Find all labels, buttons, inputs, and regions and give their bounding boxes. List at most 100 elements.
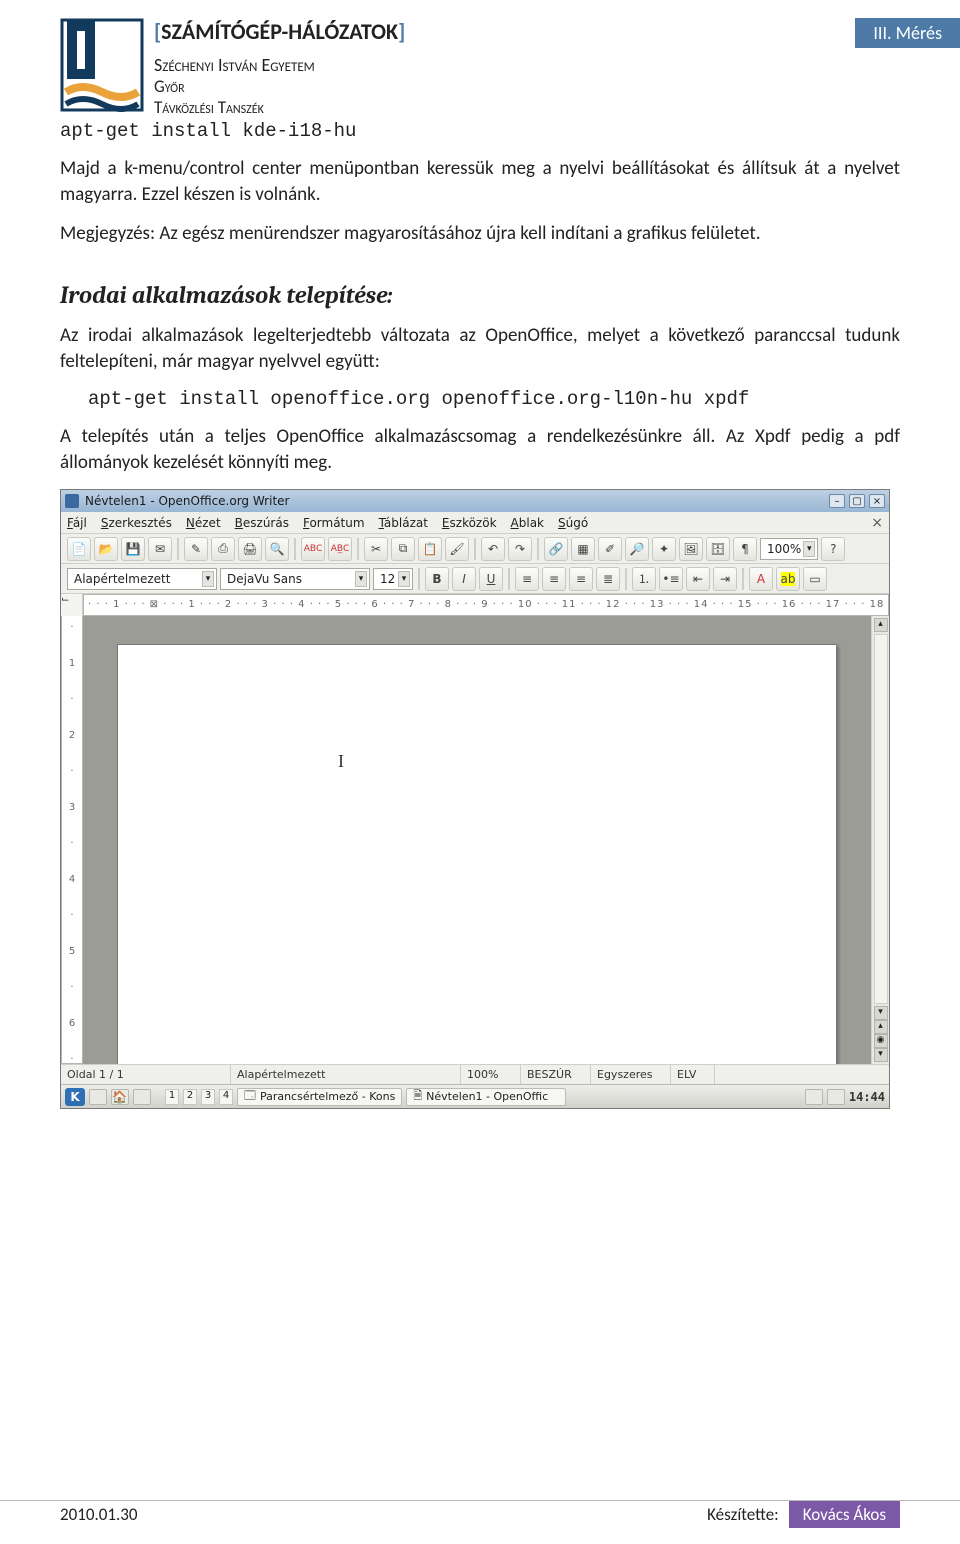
format-paint-icon[interactable]: 🖌 — [445, 537, 469, 561]
window-titlebar[interactable]: Névtelen1 - OpenOffice.org Writer – ▢ × — [61, 490, 889, 512]
gallery-icon[interactable]: 🖼 — [679, 537, 703, 561]
konsole-icon[interactable] — [133, 1089, 151, 1105]
task-entry-openoffice[interactable]: 🗎 Névtelen1 - OpenOffic — [406, 1088, 566, 1106]
nav-target-icon[interactable]: ◉ — [874, 1034, 888, 1048]
vertical-scrollbar[interactable]: ▴ ▾ ▴ ◉ ▾ — [871, 616, 889, 1064]
table-icon[interactable]: ▦ — [571, 537, 595, 561]
zoom-combo[interactable]: 100%▾ — [760, 538, 818, 560]
status-zoom[interactable]: 100% — [461, 1065, 521, 1084]
highlight-icon[interactable]: ab — [776, 567, 800, 591]
paragraph-1: Majd a k-menu/control center menüpontban… — [60, 156, 900, 207]
menu-file[interactable]: Fájl — [67, 516, 87, 530]
scroll-track[interactable] — [874, 634, 888, 1004]
undo-icon[interactable]: ↶ — [481, 537, 505, 561]
mail-icon[interactable]: ✉ — [148, 537, 172, 561]
hyperlink-icon[interactable]: 🔗 — [544, 537, 568, 561]
status-bar: Oldal 1 / 1 Alapértelmezett 100% BESZÚR … — [61, 1064, 889, 1084]
export-pdf-icon[interactable]: ⎙ — [211, 537, 235, 561]
align-justify-icon[interactable]: ≣ — [596, 567, 620, 591]
indent-inc-icon[interactable]: ⇥ — [713, 567, 737, 591]
font-name-combo[interactable]: DejaVu Sans▾ — [220, 568, 370, 590]
document-page[interactable]: I — [117, 644, 837, 1064]
align-right-icon[interactable]: ≡ — [569, 567, 593, 591]
status-style[interactable]: Alapértelmezett — [231, 1065, 461, 1084]
cut-icon[interactable]: ✂ — [364, 537, 388, 561]
menu-window[interactable]: Ablak — [511, 516, 544, 530]
edit-mode-icon[interactable]: ✎ — [184, 537, 208, 561]
font-color-icon[interactable]: A — [749, 567, 773, 591]
open-icon[interactable]: 📂 — [94, 537, 118, 561]
desktop-1-button[interactable]: 1 — [165, 1089, 179, 1105]
menu-table[interactable]: Táblázat — [379, 516, 428, 530]
document-canvas[interactable]: I — [83, 616, 871, 1064]
status-page: Oldal 1 / 1 — [61, 1065, 231, 1084]
university-logo — [60, 18, 144, 112]
tray-icon-2[interactable] — [827, 1089, 845, 1105]
kmenu-button[interactable]: K — [65, 1088, 85, 1106]
help-icon[interactable]: ? — [821, 537, 845, 561]
nonprinting-icon[interactable]: ¶ — [733, 537, 757, 561]
paragraph-style-combo[interactable]: Alapértelmezett▾ — [67, 568, 217, 590]
home-icon[interactable]: 🏠 — [111, 1089, 129, 1105]
paste-icon[interactable]: 📋 — [418, 537, 442, 561]
scroll-down-icon[interactable]: ▾ — [874, 1006, 888, 1020]
menu-view[interactable]: Nézet — [186, 516, 221, 530]
list-bullet-icon[interactable]: •≡ — [659, 567, 683, 591]
draw-icon[interactable]: ✐ — [598, 537, 622, 561]
ruler-vertical[interactable]: · 1 · 2 · 3 · 4 · 5 · 6 · 7 · 8 · 9 · 10 — [61, 616, 83, 1064]
taskbar-clock[interactable]: 14:44 — [849, 1090, 885, 1104]
navigator-icon[interactable]: ✦ — [652, 537, 676, 561]
status-insert-mode[interactable]: BESZÚR — [521, 1065, 591, 1084]
font-size-combo[interactable]: 12▾ — [373, 568, 413, 590]
maximize-button[interactable]: ▢ — [849, 494, 865, 508]
ruler-horizontal-row: ⌙ · · · 1 · · · ⊠ · · · 1 · · · 2 · · · … — [61, 594, 889, 616]
tray-icon-1[interactable] — [805, 1089, 823, 1105]
datasource-icon[interactable]: 🗄 — [706, 537, 730, 561]
menubar: Fájl Szerkesztés Nézet Beszúrás Formátum… — [61, 512, 889, 534]
indent-dec-icon[interactable]: ⇤ — [686, 567, 710, 591]
menu-format[interactable]: Formátum — [303, 516, 365, 530]
scroll-up-icon[interactable]: ▴ — [874, 618, 888, 632]
doc-close-icon[interactable]: × — [871, 515, 883, 531]
menu-tools[interactable]: Eszközök — [442, 516, 497, 530]
save-icon[interactable]: 💾 — [121, 537, 145, 561]
minimize-button[interactable]: – — [829, 494, 845, 508]
prev-page-icon[interactable]: ▴ — [874, 1020, 888, 1034]
bg-color-icon[interactable]: ▭ — [803, 567, 827, 591]
show-desktop-icon[interactable] — [89, 1089, 107, 1105]
align-center-icon[interactable]: ≡ — [542, 567, 566, 591]
underline-icon[interactable]: U — [479, 567, 503, 591]
status-elv[interactable]: ELV — [671, 1065, 715, 1084]
new-icon[interactable]: 📄 — [67, 537, 91, 561]
ruler-horizontal[interactable]: · · · 1 · · · ⊠ · · · 1 · · · 2 · · · 3 … — [83, 594, 889, 616]
next-page-icon[interactable]: ▾ — [874, 1048, 888, 1062]
paragraph-2: Megjegyzés: Az egész menürendszer magyar… — [60, 221, 900, 247]
menu-help[interactable]: Súgó — [558, 516, 588, 530]
redo-icon[interactable]: ↷ — [508, 537, 532, 561]
find-icon[interactable]: 🔎 — [625, 537, 649, 561]
spellcheck-icon[interactable]: ABC — [301, 537, 325, 561]
toolbar-formatting: Alapértelmezett▾ DejaVu Sans▾ 12▾ B I U … — [61, 564, 889, 594]
bold-icon[interactable]: B — [425, 567, 449, 591]
app-icon — [65, 494, 79, 508]
menu-insert[interactable]: Beszúrás — [235, 516, 289, 530]
list-number-icon[interactable]: ⒈ — [632, 567, 656, 591]
print-icon[interactable]: 🖨 — [238, 537, 262, 561]
preview-icon[interactable]: 🔍 — [265, 537, 289, 561]
align-left-icon[interactable]: ≡ — [515, 567, 539, 591]
autospell-icon[interactable]: AB̲C — [328, 537, 352, 561]
status-selection-mode[interactable]: Egyszeres — [591, 1065, 671, 1084]
close-button[interactable]: × — [869, 494, 885, 508]
desktop-3-button[interactable]: 3 — [201, 1089, 215, 1105]
desktop-4-button[interactable]: 4 — [219, 1089, 233, 1105]
window-title: Névtelen1 - OpenOffice.org Writer — [85, 494, 289, 508]
task-entry-konsole[interactable]: 🗔 Parancsértelmező - Kons — [237, 1088, 402, 1106]
taskbar: K 🏠 1 2 3 4 🗔 Parancsértelmező - Kons 🗎 … — [61, 1084, 889, 1108]
university-name: Széchenyi István Egyetem — [154, 54, 900, 76]
desktop-2-button[interactable]: 2 — [183, 1089, 197, 1105]
ruler-corner: ⌙ — [61, 594, 83, 616]
italic-icon[interactable]: I — [452, 567, 476, 591]
code-line-2: apt-get install openoffice.org openoffic… — [88, 388, 900, 410]
menu-edit[interactable]: Szerkesztés — [101, 516, 172, 530]
copy-icon[interactable]: ⧉ — [391, 537, 415, 561]
